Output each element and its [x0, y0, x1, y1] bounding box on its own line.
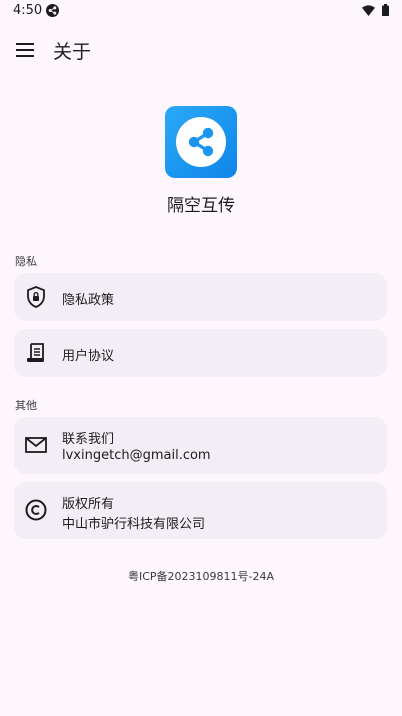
- copyright-icon: [25, 499, 47, 521]
- contact-title: 联系我们: [62, 432, 115, 447]
- privacy-policy-label: 隐私政策: [62, 293, 115, 308]
- user-agreement-item[interactable]: 用户协议: [14, 329, 387, 377]
- privacy-policy-item[interactable]: 隐私政策: [14, 273, 387, 321]
- section-label-privacy: 隐私: [15, 255, 37, 268]
- contact-email: lvxingetch@gmail.com: [62, 448, 211, 463]
- status-bar: 4:50: [0, 0, 402, 24]
- wifi-icon: [362, 5, 375, 16]
- copyright-owner: 中山市驴行科技有限公司: [62, 517, 206, 532]
- section-label-other: 其他: [15, 399, 37, 412]
- icp-registration[interactable]: 粤ICP备2023109811号-24A: [0, 568, 402, 584]
- share-icon: [176, 117, 226, 167]
- status-time: 4:50: [13, 3, 43, 18]
- contact-item[interactable]: 联系我们 lvxingetch@gmail.com: [14, 417, 387, 474]
- app-logo: [165, 106, 237, 178]
- user-agreement-label: 用户协议: [62, 349, 115, 364]
- shield-lock-icon: [27, 286, 45, 308]
- share-notification-icon: [46, 4, 59, 17]
- top-app-bar: 关于: [0, 24, 402, 76]
- document-scroll-icon: [27, 343, 44, 362]
- app-name: 隔空互传: [167, 196, 235, 216]
- mail-icon: [25, 437, 47, 453]
- battery-icon: [382, 4, 389, 16]
- copyright-title: 版权所有: [62, 497, 115, 512]
- menu-icon[interactable]: [14, 39, 36, 61]
- copyright-item[interactable]: 版权所有 中山市驴行科技有限公司: [14, 482, 387, 539]
- page-title: 关于: [53, 41, 92, 63]
